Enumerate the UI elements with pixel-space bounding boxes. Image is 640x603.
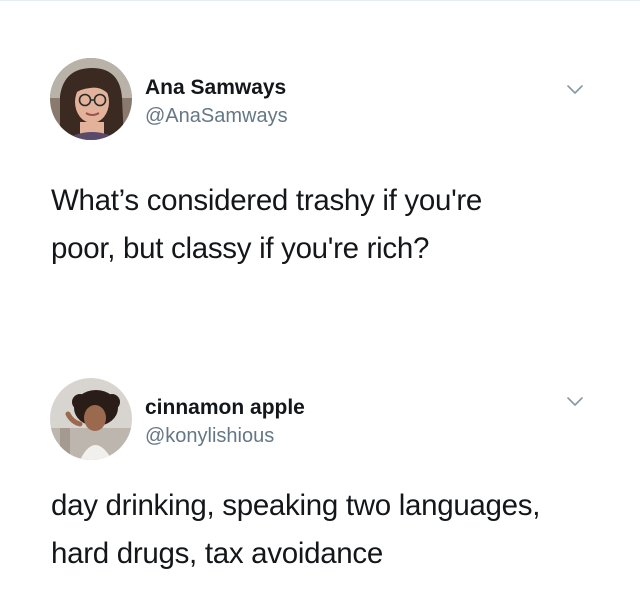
tweet-text-line: What’s considered trashy if you're	[51, 184, 483, 217]
user-handle[interactable]: @AnaSamways	[145, 104, 288, 128]
tweet-text-line: poor, but classy if you're rich?	[51, 232, 430, 265]
top-divider	[0, 0, 640, 1]
tweet-text-line: day drinking, speaking two languages,	[51, 489, 541, 522]
chevron-down-icon[interactable]	[566, 82, 584, 96]
tweet-text-line: hard drugs, tax avoidance	[51, 537, 383, 570]
tweet-text: What’s considered trashy if you're poor,…	[51, 177, 611, 273]
avatar[interactable]	[50, 378, 132, 460]
chevron-down-icon[interactable]	[566, 394, 584, 408]
user-handle[interactable]: @konylishious	[145, 424, 305, 448]
tweet-text: day drinking, speaking two languages, ha…	[51, 482, 611, 578]
display-name[interactable]: Ana Samways	[145, 76, 288, 100]
display-name[interactable]: cinnamon apple	[145, 396, 305, 420]
avatar[interactable]	[50, 58, 132, 140]
